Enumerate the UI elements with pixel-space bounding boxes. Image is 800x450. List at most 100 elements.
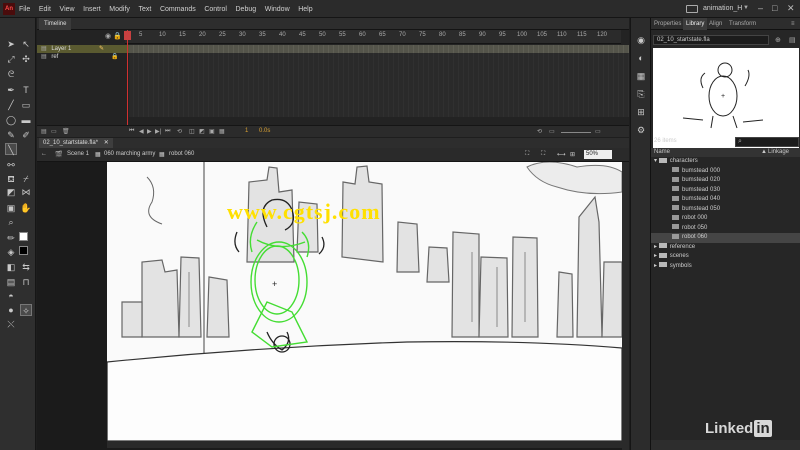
onion-skin-icon[interactable]: ◫ <box>189 128 195 135</box>
expand-icon[interactable]: ▸ <box>654 263 657 269</box>
delete-layer-icon[interactable]: 🗑 <box>62 128 70 135</box>
menu-edit[interactable]: Edit <box>39 6 51 13</box>
tab-library[interactable]: Library <box>683 18 708 30</box>
menu-help[interactable]: Help <box>298 6 312 13</box>
back-arrow-icon[interactable]: ← <box>41 151 47 157</box>
list-item[interactable]: ▸ symbols <box>651 262 800 272</box>
sort-icon[interactable]: ▲ <box>761 148 767 157</box>
menu-view[interactable]: View <box>60 6 75 13</box>
step-forward-icon[interactable]: ▶| <box>155 128 161 135</box>
playhead-handle[interactable] <box>124 31 131 40</box>
time-readout[interactable]: 0.0s <box>259 128 270 134</box>
bone-tool-icon[interactable]: ⚯ <box>5 159 17 171</box>
frames-row-layer-1[interactable] <box>129 45 629 53</box>
loop-icon[interactable]: ⟲ <box>177 128 182 135</box>
layer-row-layer-1[interactable]: ▤ Layer 1 ✎ <box>37 45 129 53</box>
fast-forward-icon[interactable]: ⏭ <box>165 128 170 135</box>
list-item[interactable]: robot 050 <box>651 224 800 234</box>
list-item[interactable]: robot 000 <box>651 214 800 224</box>
list-item[interactable]: bumstead 040 <box>651 195 800 205</box>
list-item[interactable]: bumstead 020 <box>651 176 800 186</box>
current-frame[interactable]: 1 <box>245 128 248 134</box>
edit-symbols-icon[interactable]: ⛶ <box>541 151 545 158</box>
pin-icon[interactable]: ⊕ <box>775 36 781 44</box>
expand-icon[interactable]: ▾ <box>654 158 657 164</box>
brush-mode-icon[interactable]: ◓ <box>5 290 17 302</box>
list-item[interactable]: bumstead 030 <box>651 186 800 196</box>
timeline-zoom-slider[interactable] <box>561 132 591 133</box>
swatches-icon[interactable]: ▦ <box>635 70 647 82</box>
breadcrumb-scene[interactable]: Scene 1 <box>67 151 89 157</box>
edit-scene-icon[interactable]: ⛶ <box>525 151 529 158</box>
tab-properties[interactable]: Properties <box>654 18 681 30</box>
tab-document[interactable]: 02_10_startstate.fla* ✕ <box>39 138 113 148</box>
swap-colors-icon[interactable]: ⇆ <box>20 261 32 273</box>
vertical-scrollbar[interactable] <box>622 162 629 450</box>
menu-commands[interactable]: Commands <box>160 6 196 13</box>
line-tool-icon[interactable]: ╱ <box>5 99 17 111</box>
breadcrumb-symbol-1[interactable]: 060 marching army <box>104 151 155 157</box>
workspace-icon[interactable] <box>686 5 698 13</box>
menu-debug[interactable]: Debug <box>236 6 257 13</box>
code-snippets-icon[interactable]: ⊞ <box>635 106 647 118</box>
pen-tool-icon[interactable]: ✒ <box>5 84 17 96</box>
history-icon[interactable]: ⎘ <box>635 88 647 100</box>
fill-color-swatch[interactable] <box>19 246 28 255</box>
list-item[interactable]: ▸ scenes <box>651 252 800 262</box>
menu-window[interactable]: Window <box>265 6 290 13</box>
zoom-field[interactable]: 50% <box>584 150 612 159</box>
close-button[interactable]: ✕ <box>787 3 795 14</box>
3d-rotation-icon[interactable]: ✣ <box>20 53 32 65</box>
list-item[interactable]: bumstead 050 <box>651 205 800 215</box>
color-panel-icon[interactable]: ◐ <box>635 52 647 64</box>
camera-tool-icon[interactable]: ▣ <box>5 202 17 214</box>
list-item[interactable]: ▸ reference <box>651 243 800 253</box>
paint-bucket-icon[interactable]: ⛾ <box>5 173 17 185</box>
width-tool-icon[interactable]: ⋈ <box>20 186 32 198</box>
subselection-tool-icon[interactable]: ↖ <box>20 38 32 50</box>
menu-insert[interactable]: Insert <box>83 6 101 13</box>
expand-icon[interactable]: ▸ <box>654 244 657 250</box>
lasso-icon[interactable]: ᘓ <box>5 68 17 80</box>
rectangle-tool-icon[interactable]: ▭ <box>20 99 32 111</box>
menu-modify[interactable]: Modify <box>109 6 130 13</box>
center-frame-icon[interactable]: ⟲ <box>537 128 542 135</box>
list-item-selected[interactable]: robot 060 <box>651 233 800 243</box>
pencil-tool-icon[interactable]: ✎ <box>5 129 17 141</box>
components-icon[interactable]: ⚙ <box>635 124 647 136</box>
horizontal-scrollbar[interactable] <box>107 441 622 448</box>
free-transform-icon[interactable]: ⤢ <box>5 53 17 65</box>
menu-text[interactable]: Text <box>139 6 152 13</box>
smoothing-icon[interactable]: ⤬ <box>5 318 17 330</box>
hand-tool-icon[interactable]: ✋ <box>20 202 32 214</box>
eyedropper-icon[interactable]: ⌿ <box>20 173 32 185</box>
frame-ruler[interactable]: 5 10 15 20 25 30 35 40 45 50 55 60 65 70… <box>125 30 621 44</box>
zoom-out-icon[interactable]: ▭ <box>549 128 555 135</box>
menu-control[interactable]: Control <box>204 6 227 13</box>
chevron-down-icon[interactable]: ▼ <box>743 5 749 11</box>
onion-outline-icon[interactable]: ◩ <box>199 128 205 135</box>
library-search-input[interactable]: ⌕ <box>735 137 799 147</box>
column-linkage[interactable]: Linkage <box>768 148 789 157</box>
playhead[interactable] <box>127 30 128 137</box>
step-back-icon[interactable]: ◀ <box>139 128 144 135</box>
minimize-button[interactable]: – <box>758 3 763 13</box>
eraser-tool-icon[interactable]: ◩ <box>5 186 17 198</box>
onion-markers-icon[interactable]: ▦ <box>219 128 225 135</box>
close-icon[interactable]: ✕ <box>104 140 109 146</box>
panel-menu-icon[interactable]: ≡ <box>791 18 795 30</box>
tab-align[interactable]: Align <box>709 18 722 30</box>
tab-transform[interactable]: Transform <box>729 18 756 30</box>
breadcrumb-symbol-2[interactable]: robot 060 <box>169 151 194 157</box>
workspace-name[interactable]: animation_H <box>703 5 742 12</box>
tab-timeline[interactable]: Timeline <box>39 18 72 30</box>
polystar-tool-icon[interactable]: ▬ <box>20 114 32 126</box>
list-item[interactable]: bumstead 000 <box>651 167 800 177</box>
text-tool-icon[interactable]: T <box>20 84 32 96</box>
new-layer-icon[interactable]: ▤ <box>41 128 47 135</box>
stage-canvas[interactable]: + www.cgtsj.com <box>107 162 622 441</box>
maximize-button[interactable]: □ <box>772 3 777 13</box>
stroke-color-icon[interactable]: ✏ <box>5 232 17 244</box>
play-icon[interactable]: ▶ <box>147 128 152 135</box>
column-name[interactable]: Name <box>654 148 670 157</box>
